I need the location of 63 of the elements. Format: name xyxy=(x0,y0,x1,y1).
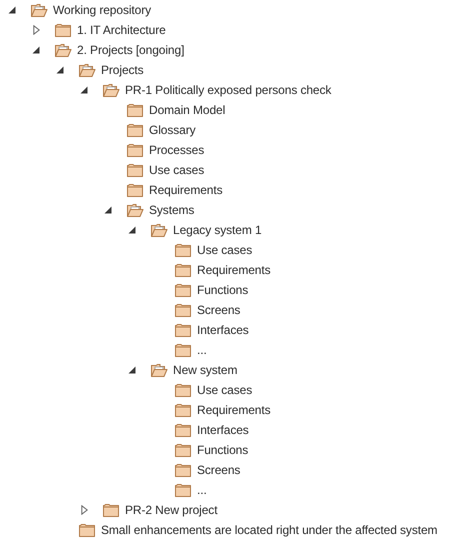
tree-item-label[interactable]: ... xyxy=(196,482,208,498)
tree-item-label[interactable]: Domain Model xyxy=(148,102,226,118)
expanded-triangle-icon[interactable] xyxy=(56,66,64,74)
tree-item-label[interactable]: Interfaces xyxy=(196,422,250,438)
expanded-triangle-icon[interactable] xyxy=(128,366,136,374)
folder-icon xyxy=(174,322,192,338)
open-folder-icon xyxy=(102,82,120,98)
folder-icon xyxy=(174,262,192,278)
tree-item-label[interactable]: Interfaces xyxy=(196,322,250,338)
expanded-triangle-icon[interactable] xyxy=(32,46,40,54)
open-folder-icon xyxy=(150,362,168,378)
tree-item-label[interactable]: Legacy system 1 xyxy=(172,222,263,238)
tree-item-label[interactable]: Requirements xyxy=(196,402,272,418)
open-folder-icon xyxy=(54,42,72,58)
expanded-triangle-icon[interactable] xyxy=(128,226,136,234)
folder-icon xyxy=(174,402,192,418)
tree-item-label[interactable]: Functions xyxy=(196,442,250,458)
folder-icon xyxy=(174,302,192,318)
tree-item-label[interactable]: Working repository xyxy=(52,2,152,18)
folder-icon xyxy=(174,422,192,438)
tree-item-label[interactable]: 1. IT Architecture xyxy=(76,22,167,38)
folder-icon xyxy=(126,142,144,158)
folder-icon xyxy=(102,502,120,518)
tree-item-label[interactable]: PR-2 New project xyxy=(124,502,218,518)
tree-item-label[interactable]: Use cases xyxy=(196,242,254,258)
tree-item-label[interactable]: Screens xyxy=(196,302,242,318)
tree-item-label[interactable]: Requirements xyxy=(148,182,224,198)
open-folder-icon xyxy=(150,222,168,238)
folder-icon xyxy=(126,182,144,198)
tree-item-label[interactable]: Use cases xyxy=(196,382,254,398)
tree-item-label[interactable]: New system xyxy=(172,362,238,378)
folder-icon xyxy=(174,382,192,398)
tree-item-label[interactable]: Processes xyxy=(148,142,206,158)
tree-item-label[interactable]: Small enhancements are located right under the affected system xyxy=(100,522,438,538)
folder-icon xyxy=(126,122,144,138)
tree-item-label[interactable]: 2. Projects [ongoing] xyxy=(76,42,186,58)
tree-item-label[interactable]: Projects xyxy=(100,62,145,78)
expanded-triangle-icon[interactable] xyxy=(8,6,16,14)
open-folder-icon xyxy=(30,2,48,18)
folder-icon xyxy=(54,22,72,38)
folder-icon xyxy=(174,342,192,358)
folder-icon xyxy=(78,522,96,538)
folder-icon xyxy=(126,162,144,178)
tree-item-label[interactable]: Requirements xyxy=(196,262,272,278)
collapsed-triangle-icon[interactable] xyxy=(32,25,40,35)
folder-icon xyxy=(174,282,192,298)
tree-item-label[interactable]: Systems xyxy=(148,202,196,218)
folder-icon xyxy=(126,102,144,118)
collapsed-triangle-icon[interactable] xyxy=(80,505,88,515)
folder-icon xyxy=(174,242,192,258)
tree-item-label[interactable]: Screens xyxy=(196,462,242,478)
expanded-triangle-icon[interactable] xyxy=(104,206,112,214)
folder-icon xyxy=(174,442,192,458)
folder-icon xyxy=(174,462,192,478)
folder-icon xyxy=(174,482,192,498)
tree-item-label[interactable]: PR-1 Politically exposed persons check xyxy=(124,82,332,98)
tree-item-label[interactable]: Glossary xyxy=(148,122,197,138)
expanded-triangle-icon[interactable] xyxy=(80,86,88,94)
tree-item-label[interactable]: Functions xyxy=(196,282,250,298)
tree-item-label[interactable]: Use cases xyxy=(148,162,206,178)
tree-item-label[interactable]: ... xyxy=(196,342,208,358)
open-folder-icon xyxy=(78,62,96,78)
open-folder-icon xyxy=(126,202,144,218)
